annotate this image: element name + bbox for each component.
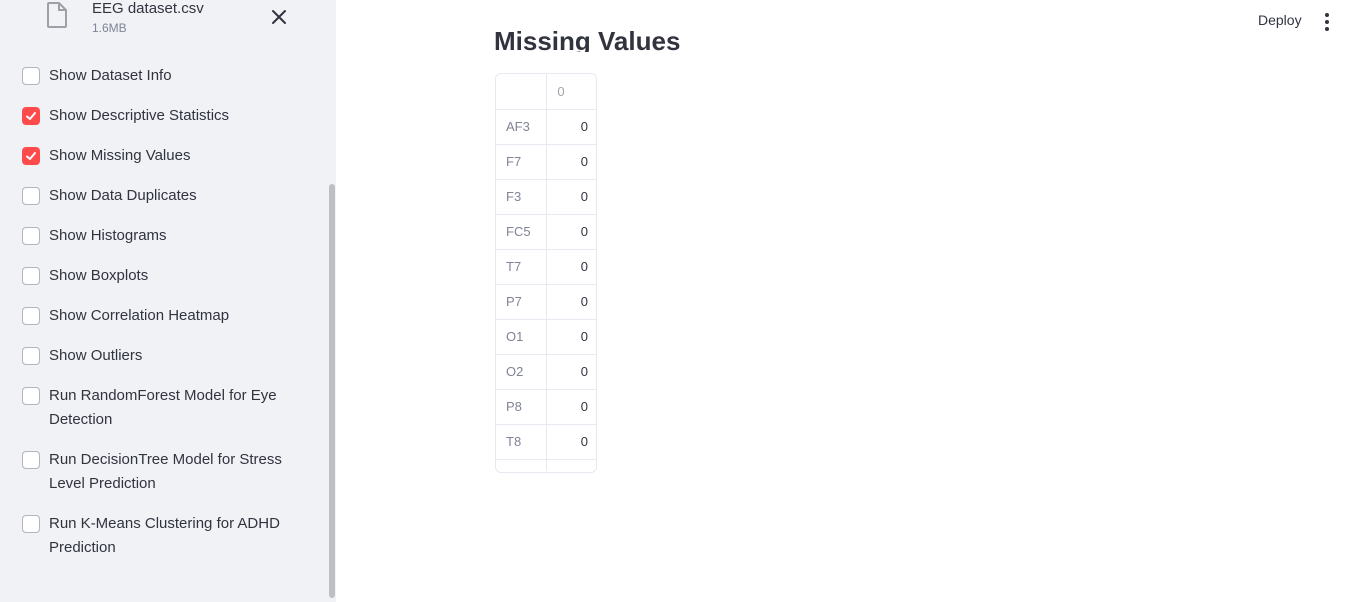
file-icon: [47, 2, 67, 28]
option-label: Run RandomForest Model for Eye Detection: [49, 387, 277, 428]
table-row: P7 0: [496, 284, 596, 320]
value-cell[interactable]: 0: [546, 354, 596, 390]
checkmark-icon: [26, 112, 36, 120]
table-row: O2 0: [496, 354, 596, 390]
sidebar: EEG dataset.csv 1.6MB Show Dataset Info S…: [0, 0, 336, 602]
option-checkbox[interactable]: Show Dataset Info: [22, 64, 312, 88]
table-row-partial: [496, 459, 596, 471]
row-index-cell[interactable]: T7: [496, 249, 548, 285]
checkbox-unchecked[interactable]: [22, 387, 40, 405]
option-label: Show Dataset Info: [49, 67, 172, 84]
option-label: Show Missing Values: [49, 147, 191, 164]
file-size: 1.6MB: [92, 21, 127, 35]
checkbox-unchecked[interactable]: [22, 187, 40, 205]
checkbox-unchecked[interactable]: [22, 67, 40, 85]
checkbox-unchecked[interactable]: [22, 515, 40, 533]
checkbox-unchecked[interactable]: [22, 227, 40, 245]
option-label: Show Descriptive Statistics: [49, 107, 230, 124]
value-cell[interactable]: 0: [546, 214, 596, 250]
table-row: F7 0: [496, 144, 596, 180]
option-checkbox[interactable]: Show Correlation Heatmap: [22, 304, 312, 328]
row-index-cell[interactable]: O2: [496, 354, 548, 390]
row-index-cell[interactable]: P8: [496, 389, 548, 425]
column-header[interactable]: 0: [546, 74, 596, 110]
option-label: Run DecisionTree Model for Stress Level …: [49, 451, 282, 492]
option-checkbox[interactable]: Show Data Duplicates: [22, 184, 312, 208]
option-checkbox[interactable]: Run K-Means Clustering for ADHD Predicti…: [22, 512, 312, 560]
option-label: Show Histograms: [49, 227, 167, 244]
row-index-cell[interactable]: F3: [496, 179, 548, 215]
value-cell[interactable]: 0: [546, 109, 596, 145]
file-name: EEG dataset.csv: [92, 0, 204, 17]
option-label: Show Data Duplicates: [49, 187, 197, 204]
table-header-row: 0: [496, 74, 596, 110]
table-row: O1 0: [496, 319, 596, 355]
checkbox-checked[interactable]: [22, 147, 40, 165]
option-checkbox[interactable]: Run DecisionTree Model for Stress Level …: [22, 448, 312, 496]
value-cell[interactable]: 0: [546, 389, 596, 425]
option-checkbox[interactable]: Show Boxplots: [22, 264, 312, 288]
table-row: T7 0: [496, 249, 596, 285]
option-checkbox[interactable]: Run RandomForest Model for Eye Detection: [22, 384, 312, 432]
sidebar-scrollbar[interactable]: [329, 184, 335, 598]
checkbox-unchecked[interactable]: [22, 267, 40, 285]
option-checkbox[interactable]: Show Missing Values: [22, 144, 312, 168]
row-index-cell[interactable]: F7: [496, 144, 548, 180]
value-cell[interactable]: 0: [546, 424, 596, 460]
missing-values-table[interactable]: 0 AF3 0 F7 0 F3 0 FC5 0 T7 0 P7 0 O1 0 O2 0 P8 0 T8 0: [495, 73, 597, 473]
option-label: Show Outliers: [49, 347, 143, 364]
option-checkbox[interactable]: Show Histograms: [22, 224, 312, 248]
value-cell[interactable]: 0: [546, 319, 596, 355]
table-row: F3 0: [496, 179, 596, 215]
value-cell[interactable]: 0: [546, 144, 596, 180]
option-checkbox[interactable]: Show Descriptive Statistics: [22, 104, 312, 128]
checkmark-icon: [26, 152, 36, 160]
close-icon[interactable]: [270, 8, 288, 26]
row-index-cell: [496, 459, 548, 471]
row-index-cell[interactable]: P7: [496, 284, 548, 320]
index-header: [496, 74, 548, 110]
option-label: Run K-Means Clustering for ADHD Predicti…: [49, 515, 280, 556]
row-index-cell[interactable]: T8: [496, 424, 548, 460]
checkbox-unchecked[interactable]: [22, 451, 40, 469]
table-row: T8 0: [496, 424, 596, 460]
option-checkbox[interactable]: Show Outliers: [22, 344, 312, 368]
value-cell[interactable]: 0: [546, 179, 596, 215]
option-label: Show Correlation Heatmap: [49, 307, 230, 324]
row-index-cell[interactable]: AF3: [496, 109, 548, 145]
checkbox-checked[interactable]: [22, 107, 40, 125]
uploaded-file: EEG dataset.csv 1.6MB: [0, 0, 336, 44]
value-cell[interactable]: 0: [546, 249, 596, 285]
table-row: P8 0: [496, 389, 596, 425]
option-label: Show Boxplots: [49, 267, 149, 284]
table-row: AF3 0: [496, 109, 596, 145]
table-row: FC5 0: [496, 214, 596, 250]
deploy-button[interactable]: Deploy: [1246, 10, 1314, 34]
row-index-cell[interactable]: O1: [496, 319, 548, 355]
kebab-menu-icon[interactable]: [1318, 12, 1336, 32]
section-title: Missing Values: [494, 26, 681, 52]
row-index-cell[interactable]: FC5: [496, 214, 548, 250]
checkbox-unchecked[interactable]: [22, 347, 40, 365]
value-cell: [546, 459, 596, 471]
checkbox-unchecked[interactable]: [22, 307, 40, 325]
value-cell[interactable]: 0: [546, 284, 596, 320]
options-checkbox-list: Show Dataset Info Show Descriptive Statis…: [22, 64, 312, 576]
